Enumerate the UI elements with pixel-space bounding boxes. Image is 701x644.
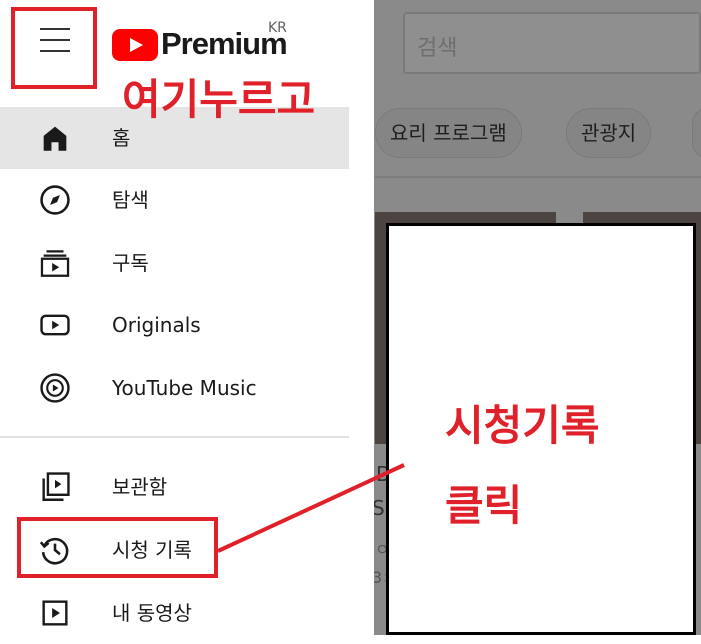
annotation-arrow [217,463,405,553]
